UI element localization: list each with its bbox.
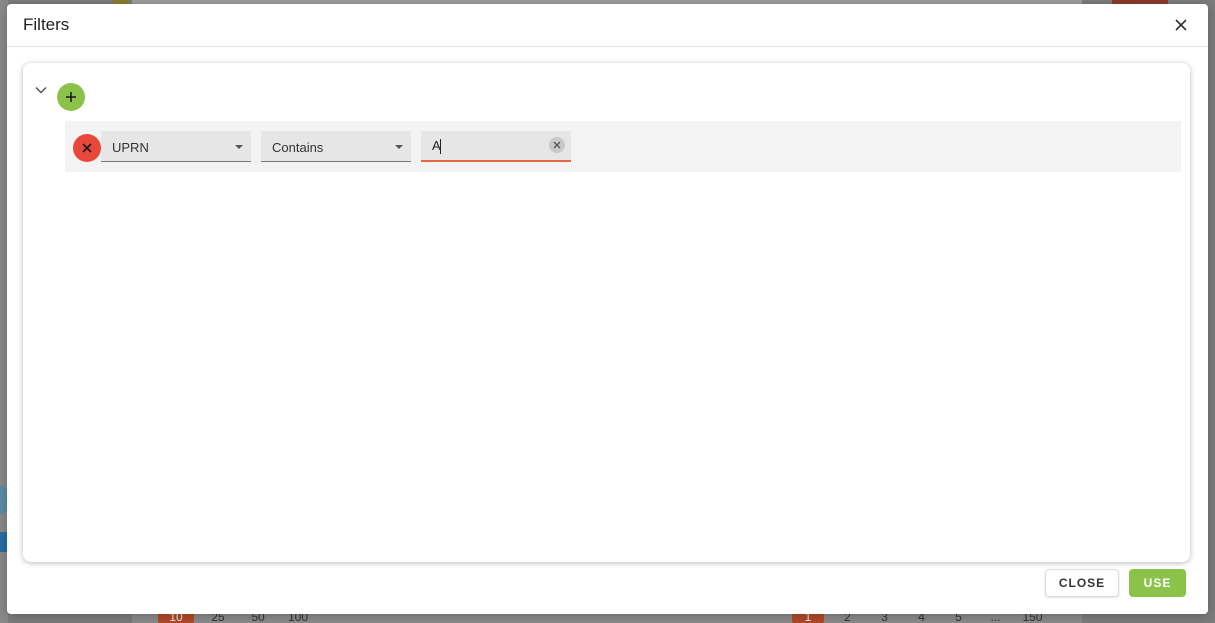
close-button[interactable]: CLOSE	[1045, 569, 1119, 597]
query-builder: UPRN Contains	[23, 63, 1190, 562]
use-button[interactable]: USE	[1129, 569, 1186, 597]
text-cursor	[440, 139, 441, 154]
dropdown-caret-icon	[235, 145, 243, 149]
remove-rule-button[interactable]	[73, 134, 101, 162]
dropdown-caret-icon	[395, 145, 403, 149]
operator-select[interactable]: Contains	[261, 131, 411, 162]
dialog-header: Filters	[7, 4, 1208, 47]
field-select-value: UPRN	[112, 140, 149, 155]
dialog-title: Filters	[23, 15, 70, 34]
clear-value-button[interactable]	[549, 137, 565, 153]
operator-select-value: Contains	[272, 140, 324, 155]
close-icon	[82, 143, 92, 153]
plus-icon	[66, 92, 76, 102]
background-side-bar	[0, 532, 7, 552]
filter-rule-row: UPRN Contains	[65, 121, 1181, 172]
filters-dialog: Filters UPRN Contains A CLOSE USE	[7, 4, 1208, 614]
chevron-down-icon[interactable]	[33, 82, 49, 98]
dialog-footer: CLOSE USE	[7, 564, 1208, 614]
close-icon[interactable]	[1172, 16, 1190, 34]
field-select[interactable]: UPRN	[101, 131, 251, 162]
clear-circle-icon	[553, 141, 561, 149]
add-rule-button[interactable]	[57, 83, 85, 111]
value-field	[421, 131, 571, 162]
